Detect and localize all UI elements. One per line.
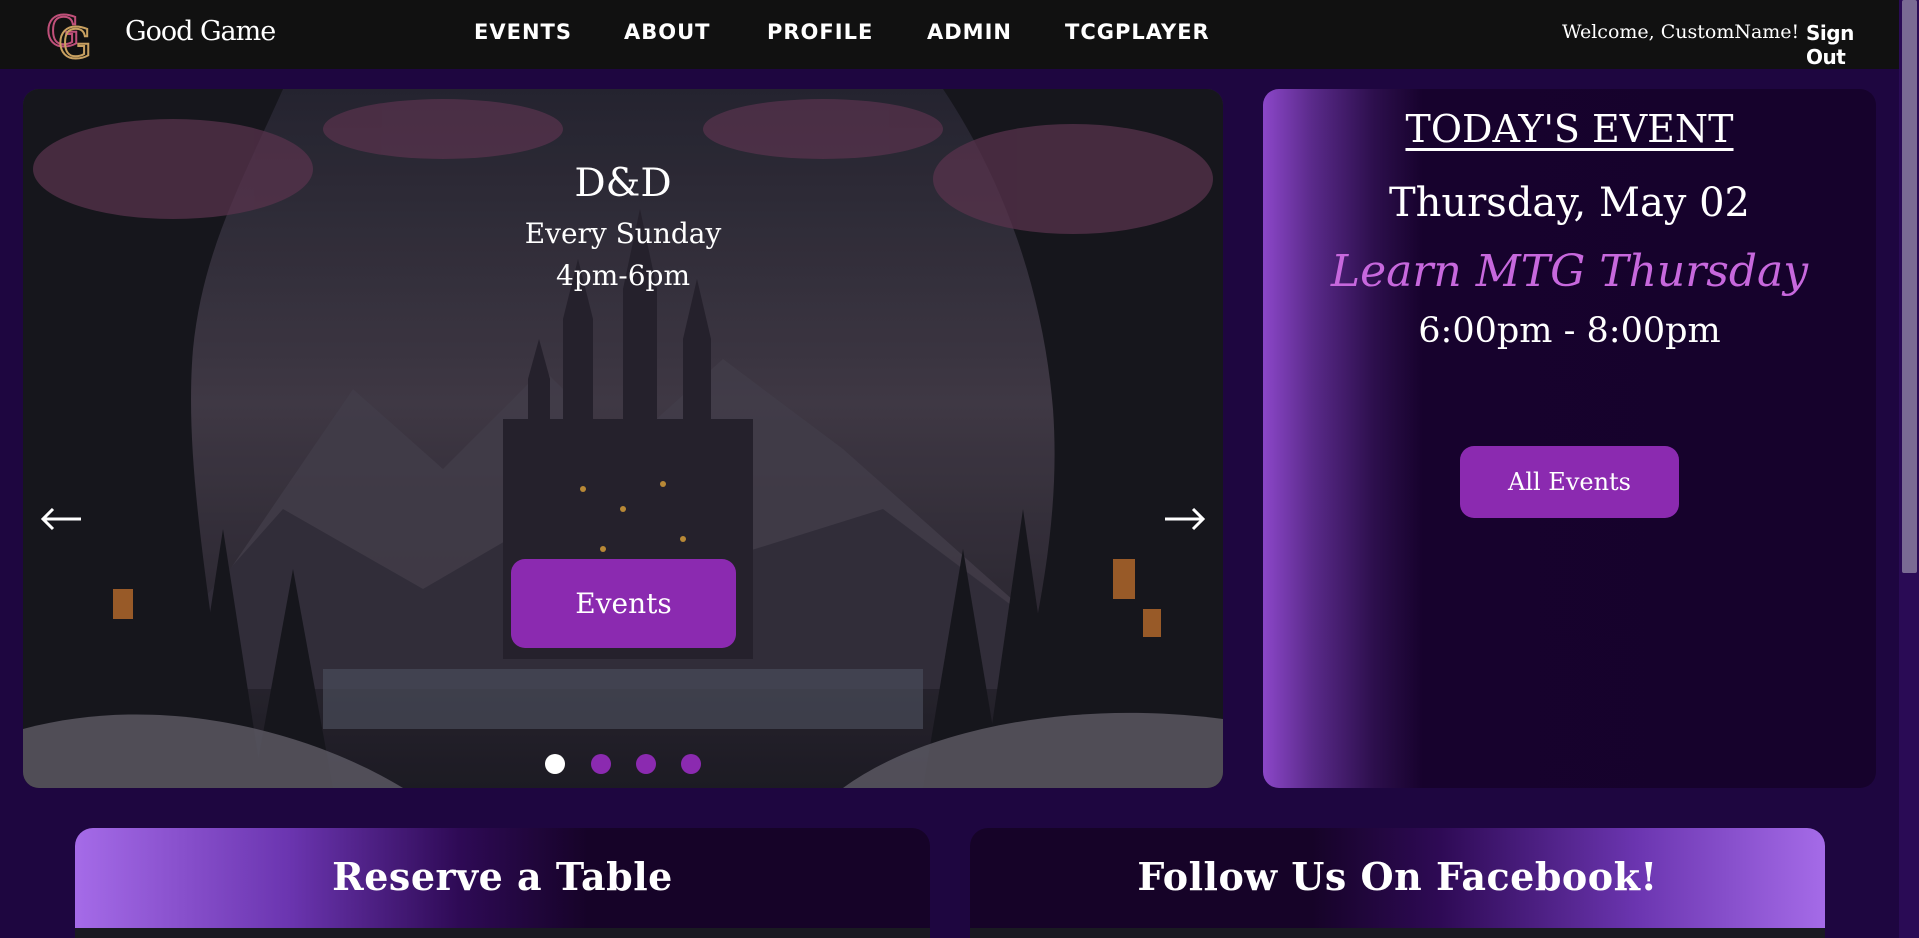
- gg-monogram-icon[interactable]: G G: [42, 4, 104, 64]
- nav-link-admin[interactable]: ADMIN: [927, 20, 1012, 44]
- carousel-dot-1[interactable]: [545, 754, 565, 774]
- event-carousel: D&D Every Sunday 4pm-6pm Events: [23, 89, 1223, 788]
- top-navbar: G G Good Game EVENTS ABOUT PROFILE ADMIN…: [0, 0, 1899, 69]
- todays-event-name: Learn MTG Thursday: [1330, 246, 1809, 297]
- facebook-card: Follow Us On Facebook!: [970, 828, 1825, 938]
- welcome-message: Welcome, CustomName!: [1562, 21, 1800, 43]
- todays-event-heading: TODAY'S EVENT: [1405, 107, 1734, 151]
- reserve-table-card: Reserve a Table: [75, 828, 930, 938]
- all-events-button[interactable]: All Events: [1460, 446, 1679, 518]
- reserve-table-image-strip: [75, 928, 930, 938]
- todays-event-panel: TODAY'S EVENT Thursday, May 02 Learn MTG…: [1263, 89, 1876, 788]
- nav-link-about[interactable]: ABOUT: [624, 20, 711, 44]
- carousel-dot-2[interactable]: [591, 754, 611, 774]
- carousel-title: D&D: [574, 161, 672, 206]
- carousel-subtitle: Every Sunday: [524, 217, 722, 250]
- carousel-events-button[interactable]: Events: [511, 559, 736, 648]
- carousel-time: 4pm-6pm: [555, 259, 691, 292]
- nav-link-events[interactable]: EVENTS: [474, 20, 572, 44]
- facebook-feed-strip: [970, 928, 1825, 938]
- carousel-dot-3[interactable]: [636, 754, 656, 774]
- arrow-left-icon[interactable]: [36, 494, 86, 544]
- brand-name[interactable]: Good Game: [125, 16, 276, 47]
- todays-event-date: Thursday, May 02: [1388, 180, 1751, 226]
- sign-out-button[interactable]: Sign Out: [1806, 21, 1899, 69]
- nav-link-profile[interactable]: PROFILE: [767, 20, 873, 44]
- reserve-table-title: Reserve a Table: [332, 854, 673, 899]
- carousel-dot-4[interactable]: [681, 754, 701, 774]
- arrow-right-icon[interactable]: [1160, 494, 1210, 544]
- page-scrollbar-thumb[interactable]: [1902, 0, 1917, 573]
- nav-link-tcgplayer[interactable]: TCGPLAYER: [1065, 20, 1210, 44]
- facebook-title: Follow Us On Facebook!: [1137, 854, 1658, 899]
- todays-event-time: 6:00pm - 8:00pm: [1418, 311, 1721, 351]
- svg-text:G: G: [58, 19, 92, 64]
